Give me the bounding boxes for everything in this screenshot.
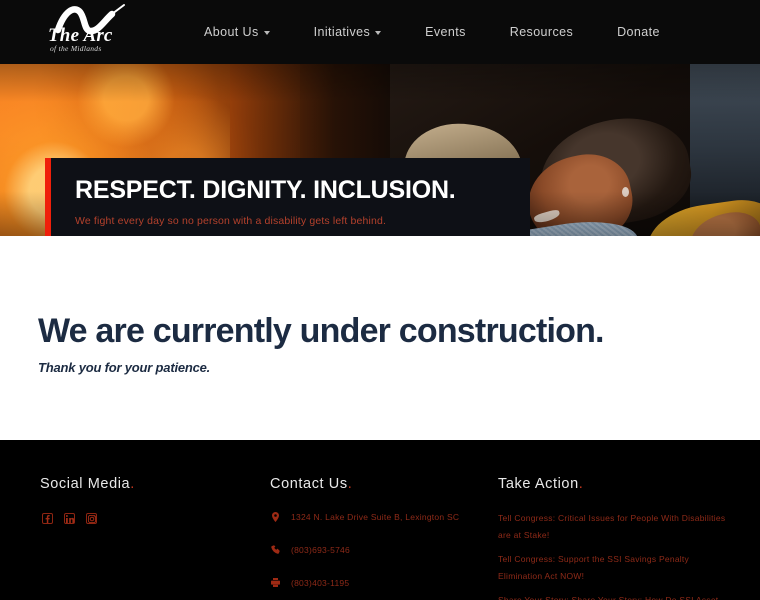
facebook-icon[interactable]	[42, 513, 53, 524]
contact-phone-row[interactable]: (803)693-5746	[270, 544, 459, 566]
nav-events-label: Events	[425, 25, 466, 39]
linkedin-icon[interactable]	[64, 513, 75, 524]
logo-name: The Arc	[48, 25, 113, 46]
nav-resources-label: Resources	[509, 25, 574, 39]
take-action-link-3[interactable]: Share Your Story: Share Your Story: How …	[498, 592, 730, 600]
contact-phone-text: (803)693-5746	[291, 545, 351, 555]
footer-heading-take-action: Take Action.	[498, 476, 583, 492]
contact-list: 1324 N. Lake Drive Suite B, Lexington SC…	[270, 511, 459, 600]
footer-heading-social: Social Media.	[40, 476, 135, 492]
contact-address-text: 1324 N. Lake Drive Suite B, Lexington SC	[291, 512, 460, 522]
nav-resources[interactable]: Resources	[488, 25, 595, 39]
nav-donate[interactable]: Donate	[595, 25, 682, 39]
take-action-list: Tell Congress: Critical Issues for Peopl…	[498, 510, 730, 600]
page-title: We are currently under construction.	[38, 312, 605, 350]
logo-tagline: of the Midlands	[50, 44, 102, 53]
instagram-icon[interactable]	[86, 513, 97, 524]
contact-fax-row[interactable]: (803)403-1195	[270, 577, 459, 599]
nav-donate-label: Donate	[617, 25, 660, 39]
footer-heading-contact: Contact Us.	[270, 476, 352, 492]
site-footer: Social Media. Contact Us. 1324 N. Lake D…	[0, 440, 760, 600]
footer-heading-contact-label: Contact Us	[270, 476, 348, 492]
chevron-down-icon	[375, 31, 382, 35]
site-header: The Arc of the Midlands About Us Initiat…	[0, 0, 760, 64]
contact-fax-text: (803)403-1195	[291, 578, 350, 588]
footer-heading-take-action-label: Take Action	[498, 476, 579, 492]
accent-dot: .	[130, 476, 135, 492]
page-root: The Arc of the Midlands About Us Initiat…	[0, 0, 760, 600]
accent-dot: .	[578, 476, 584, 492]
hero-text-panel: RESPECT. DIGNITY. INCLUSION. We fight ev…	[45, 158, 530, 236]
site-logo[interactable]: The Arc of the Midlands	[42, 0, 160, 64]
social-icon-row	[42, 513, 97, 524]
phone-icon	[270, 544, 281, 554]
take-action-link-2[interactable]: Tell Congress: Support the SSI Savings P…	[498, 551, 730, 584]
nav-initiatives[interactable]: Initiatives	[292, 25, 404, 39]
page-subtitle: Thank you for your patience.	[38, 360, 211, 375]
chevron-down-icon	[263, 31, 270, 35]
main-content: We are currently under construction. Tha…	[0, 236, 760, 440]
hero-section: RESPECT. DIGNITY. INCLUSION. We fight ev…	[0, 64, 760, 236]
nav-about-us[interactable]: About Us	[182, 25, 292, 39]
nav-about-us-label: About Us	[204, 25, 259, 39]
map-pin-icon	[270, 511, 281, 522]
contact-address-row[interactable]: 1324 N. Lake Drive Suite B, Lexington SC	[270, 511, 459, 533]
fax-icon	[270, 577, 281, 587]
take-action-link-1[interactable]: Tell Congress: Critical Issues for Peopl…	[498, 510, 730, 543]
footer-heading-social-label: Social Media	[40, 476, 131, 492]
main-navigation: About Us Initiatives Events Resources Do…	[182, 25, 682, 39]
accent-dot: .	[347, 476, 353, 492]
nav-events[interactable]: Events	[403, 25, 488, 39]
hero-title: RESPECT. DIGNITY. INCLUSION.	[75, 176, 456, 204]
nav-initiatives-label: Initiatives	[313, 25, 371, 39]
hero-subtitle: We fight every day so no person with a d…	[75, 215, 387, 227]
